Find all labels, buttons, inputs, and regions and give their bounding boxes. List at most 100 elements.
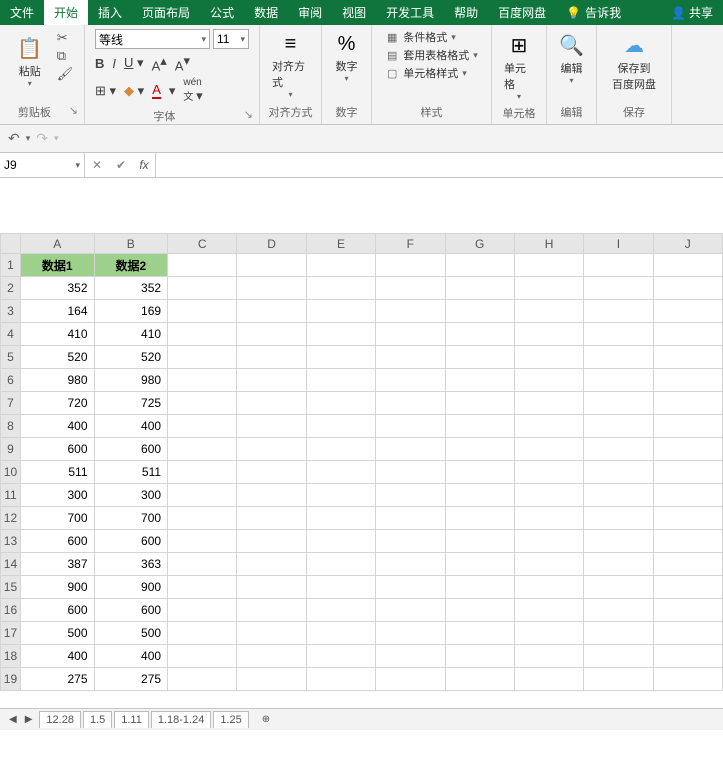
col-header-A[interactable]: A <box>20 234 94 254</box>
cell[interactable] <box>376 622 445 645</box>
cell[interactable] <box>237 415 306 438</box>
cell-B18[interactable]: 400 <box>94 645 168 668</box>
fill-color-button[interactable]: ◆ ▾ <box>124 83 144 99</box>
cell[interactable] <box>237 622 306 645</box>
cell[interactable] <box>376 553 445 576</box>
cell[interactable] <box>445 668 514 691</box>
font-size-select[interactable]: 11▾ <box>213 29 249 49</box>
cell[interactable] <box>653 254 722 277</box>
cell[interactable] <box>653 576 722 599</box>
cell[interactable] <box>376 254 445 277</box>
cell[interactable] <box>653 392 722 415</box>
cell[interactable] <box>376 461 445 484</box>
col-header-G[interactable]: G <box>445 234 514 254</box>
cell[interactable] <box>584 346 653 369</box>
row-header-12[interactable]: 12 <box>1 507 21 530</box>
cell[interactable] <box>168 645 237 668</box>
shrink-font-button[interactable]: A▾ <box>175 53 190 73</box>
cell[interactable] <box>168 622 237 645</box>
row-header-4[interactable]: 4 <box>1 323 21 346</box>
cell[interactable] <box>514 323 583 346</box>
cell[interactable] <box>376 369 445 392</box>
cell[interactable] <box>445 507 514 530</box>
cell[interactable] <box>445 300 514 323</box>
table-format-button[interactable]: ▤套用表格格式 ▾ <box>385 47 478 63</box>
cell[interactable] <box>306 484 375 507</box>
cell[interactable] <box>445 484 514 507</box>
cell[interactable] <box>514 668 583 691</box>
cell[interactable] <box>306 668 375 691</box>
cell[interactable] <box>584 461 653 484</box>
sheet-nav-prev[interactable]: ◀ <box>6 714 20 725</box>
cell[interactable] <box>306 599 375 622</box>
cell[interactable] <box>445 254 514 277</box>
cell[interactable] <box>306 645 375 668</box>
cell-B16[interactable]: 600 <box>94 599 168 622</box>
cell[interactable] <box>306 530 375 553</box>
cell[interactable] <box>306 254 375 277</box>
phonetic-button[interactable]: wén文 ▾ <box>183 77 202 104</box>
cell[interactable] <box>306 300 375 323</box>
row-header-7[interactable]: 7 <box>1 392 21 415</box>
grow-font-button[interactable]: A▴ <box>152 53 167 73</box>
tellme[interactable]: 💡 告诉我 <box>556 0 631 25</box>
accept-formula-button[interactable]: ✔ <box>109 158 133 172</box>
cell[interactable] <box>237 553 306 576</box>
cell[interactable] <box>514 645 583 668</box>
cell[interactable] <box>514 300 583 323</box>
cell[interactable] <box>376 415 445 438</box>
cell[interactable] <box>237 392 306 415</box>
cell-B17[interactable]: 500 <box>94 622 168 645</box>
cell[interactable] <box>445 369 514 392</box>
cell[interactable] <box>445 438 514 461</box>
cell[interactable] <box>514 277 583 300</box>
cell[interactable] <box>445 553 514 576</box>
cell[interactable] <box>445 622 514 645</box>
sheet-tab[interactable]: 1.5 <box>83 711 112 728</box>
cell[interactable] <box>584 530 653 553</box>
cell[interactable] <box>306 415 375 438</box>
select-all-corner[interactable] <box>1 234 21 254</box>
cell-A16[interactable]: 600 <box>20 599 94 622</box>
cell-B9[interactable]: 600 <box>94 438 168 461</box>
cell[interactable] <box>514 415 583 438</box>
cell[interactable] <box>376 438 445 461</box>
cell[interactable] <box>237 576 306 599</box>
cell[interactable] <box>376 392 445 415</box>
cell-A12[interactable]: 700 <box>20 507 94 530</box>
cell-B15[interactable]: 900 <box>94 576 168 599</box>
tab-dev[interactable]: 开发工具 <box>376 0 444 25</box>
new-sheet-button[interactable]: ⊕ <box>259 714 273 725</box>
cell[interactable] <box>445 599 514 622</box>
cell[interactable] <box>376 323 445 346</box>
cell[interactable] <box>168 553 237 576</box>
row-header-16[interactable]: 16 <box>1 599 21 622</box>
sheet-tab[interactable]: 12.28 <box>39 711 81 728</box>
cell-A10[interactable]: 511 <box>20 461 94 484</box>
cell[interactable] <box>306 369 375 392</box>
font-name-select[interactable]: 等线▾ <box>95 29 210 49</box>
cell[interactable] <box>445 576 514 599</box>
cell[interactable] <box>584 507 653 530</box>
cell[interactable] <box>514 254 583 277</box>
col-header-J[interactable]: J <box>653 234 722 254</box>
cell[interactable] <box>306 438 375 461</box>
cell[interactable] <box>306 392 375 415</box>
cell-B8[interactable]: 400 <box>94 415 168 438</box>
cell[interactable] <box>584 599 653 622</box>
sheet-tab[interactable]: 1.25 <box>213 711 248 728</box>
cell-B12[interactable]: 700 <box>94 507 168 530</box>
cells-button[interactable]: ⊞ 单元格 ▾ <box>498 29 540 105</box>
font-launcher-icon[interactable]: ↘ <box>244 108 253 121</box>
font-color-button[interactable]: A <box>152 82 161 99</box>
cell-B7[interactable]: 725 <box>94 392 168 415</box>
fx-icon[interactable]: fx <box>133 158 155 172</box>
cell[interactable] <box>376 300 445 323</box>
cell-A14[interactable]: 387 <box>20 553 94 576</box>
cell[interactable] <box>237 530 306 553</box>
row-header-9[interactable]: 9 <box>1 438 21 461</box>
cell-A19[interactable]: 275 <box>20 668 94 691</box>
cell[interactable] <box>376 576 445 599</box>
cell-A13[interactable]: 600 <box>20 530 94 553</box>
cell[interactable] <box>306 346 375 369</box>
